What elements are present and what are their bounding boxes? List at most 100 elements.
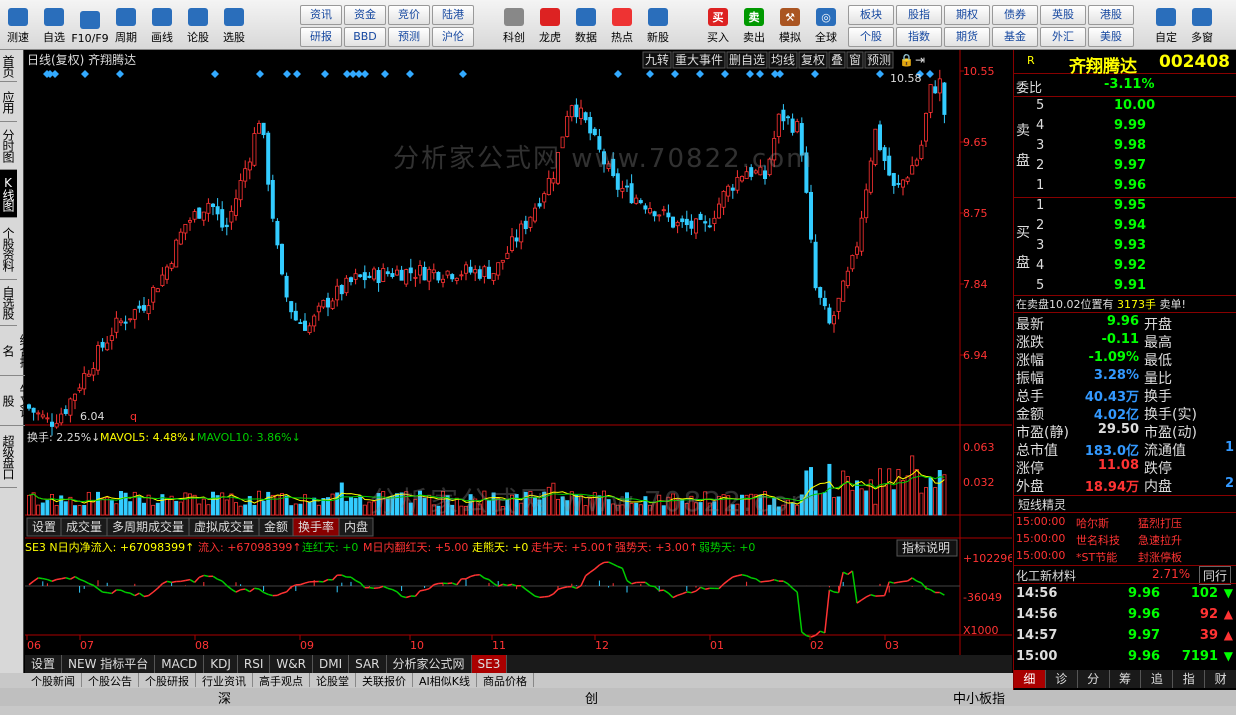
toolbar-f10-button[interactable]: F10/F9: [71, 3, 109, 47]
sell-price[interactable]: 9.97: [1114, 158, 1146, 173]
toolbar-link[interactable]: 英股: [1040, 5, 1086, 25]
toolbar-link[interactable]: 个股: [848, 27, 894, 47]
toolbar-link[interactable]: 债券: [992, 5, 1038, 25]
sell-price[interactable]: 9.99: [1114, 118, 1146, 133]
toolbar-chart-button[interactable]: 科创: [496, 3, 532, 47]
toolbar-link[interactable]: 板块: [848, 5, 894, 25]
indicator-tab[interactable]: MACD: [155, 655, 205, 673]
nav-tab-2[interactable]: 分时图: [0, 122, 17, 170]
toolbar-link[interactable]: BBD: [344, 27, 386, 47]
nav-tab-1[interactable]: 应用: [0, 82, 17, 122]
toolbar-link[interactable]: 研报: [300, 27, 342, 47]
panel-tab[interactable]: 诊: [1046, 670, 1078, 688]
news-link[interactable]: 论股堂: [310, 673, 356, 687]
buy-price[interactable]: 9.94: [1114, 218, 1146, 233]
toolbar-pe-button[interactable]: 数据: [568, 3, 604, 47]
toolbar-label: 自定: [1155, 31, 1177, 44]
elf-title[interactable]: 短线精灵: [1018, 496, 1066, 513]
star-icon: [44, 8, 64, 26]
tick-time: 15:00: [1016, 649, 1058, 664]
panel-tab[interactable]: 追: [1141, 670, 1174, 688]
toolbar-star-button[interactable]: 自选: [36, 3, 72, 47]
toolbar-hot-button[interactable]: 热点: [604, 3, 640, 47]
sell-price[interactable]: 10.00: [1114, 98, 1155, 113]
elf-stock[interactable]: *ST节能: [1076, 549, 1117, 565]
indicator-tab[interactable]: KDJ: [204, 655, 238, 673]
toolbar-dragon-button[interactable]: 龙虎: [532, 3, 568, 47]
sector-name[interactable]: 化工新材料: [1016, 567, 1076, 584]
sell-price[interactable]: 9.98: [1114, 138, 1146, 153]
candle-body: [270, 180, 275, 219]
sell-price[interactable]: 9.96: [1114, 178, 1146, 193]
panel-tab[interactable]: 分: [1078, 670, 1110, 688]
elf-stock[interactable]: 世名科技: [1076, 532, 1120, 548]
indicator-tab[interactable]: SE3: [471, 655, 508, 673]
toolbar-link[interactable]: 竞价: [388, 5, 430, 25]
toolbar-select-button[interactable]: 选股: [216, 3, 252, 47]
toolbar-link[interactable]: 美股: [1088, 27, 1134, 47]
buy-price[interactable]: 9.91: [1114, 278, 1146, 293]
toolbar-link[interactable]: 资金: [344, 5, 386, 25]
nav-tab-4[interactable]: 个股资料: [0, 218, 17, 280]
toolbar-link[interactable]: 资讯: [300, 5, 342, 25]
toolbar-link[interactable]: 港股: [1088, 5, 1134, 25]
toolbar-link[interactable]: 基金: [992, 27, 1038, 47]
news-link[interactable]: AI相似K线: [413, 673, 477, 687]
news-link[interactable]: 个股新闻: [25, 673, 82, 687]
indicator-tab[interactable]: SAR: [349, 655, 387, 673]
indicator-tab[interactable]: 分析家公式网: [387, 655, 472, 673]
elf-stock[interactable]: 哈尔斯: [1076, 515, 1109, 531]
nav-tab-0[interactable]: 首页: [0, 50, 17, 82]
volume-bar: [321, 498, 326, 516]
market-index[interactable]: 创: [585, 688, 598, 707]
news-link[interactable]: 高手观点: [253, 673, 310, 687]
buy-price[interactable]: 9.95: [1114, 198, 1146, 213]
news-link[interactable]: 个股研报: [139, 673, 196, 687]
toolbar-link[interactable]: 预测: [388, 27, 430, 47]
toolbar-link[interactable]: 陆港: [432, 5, 474, 25]
volume-bar: [924, 487, 929, 516]
toolbar-sell-button[interactable]: 卖卖出: [736, 3, 772, 47]
market-index[interactable]: 中小板指: [953, 688, 1005, 707]
indicator-tab[interactable]: W&R: [270, 655, 313, 673]
indicator-tab[interactable]: RSI: [238, 655, 271, 673]
nav-tab-5[interactable]: 自选股: [0, 280, 17, 326]
panel-tab[interactable]: 筹: [1110, 670, 1142, 688]
toolbar-link[interactable]: 股指: [896, 5, 942, 25]
indicator-tab[interactable]: DMI: [313, 655, 350, 673]
volume-bar: [164, 497, 169, 516]
buy-price[interactable]: 9.93: [1114, 238, 1146, 253]
toolbar-link[interactable]: 期权: [944, 5, 990, 25]
toolbar-discuss-button[interactable]: 论股: [180, 3, 216, 47]
buy-price[interactable]: 9.92: [1114, 258, 1146, 273]
news-link[interactable]: 关联报价: [356, 673, 413, 687]
toolbar-buy-button[interactable]: 买买入: [700, 3, 736, 47]
market-index[interactable]: 深: [218, 688, 231, 707]
indicator-tab[interactable]: 设置: [25, 655, 63, 673]
toolbar-link[interactable]: 外汇: [1040, 27, 1086, 47]
toolbar-hammer-button[interactable]: ⚒ 模拟: [772, 3, 808, 47]
candle-body: [238, 180, 243, 201]
stock-name: 齐翔腾达: [1069, 57, 1137, 77]
toolbar-link[interactable]: 指数: [896, 27, 942, 47]
se3-line-segment: [737, 573, 743, 577]
toolbar-link[interactable]: 期货: [944, 27, 990, 47]
nav-tab-3[interactable]: K线图: [0, 170, 17, 218]
panel-tab[interactable]: 财: [1205, 670, 1236, 688]
news-link[interactable]: 个股公告: [82, 673, 139, 687]
news-link[interactable]: 行业资讯: [196, 673, 253, 687]
toolbar-speed-button[interactable]: 测速: [0, 3, 36, 47]
candle-body: [569, 105, 574, 118]
nav-tab-8[interactable]: 超级盘口: [0, 426, 17, 488]
news-link[interactable]: 商品价格: [477, 673, 534, 687]
toolbar-clock-button[interactable]: 周期: [108, 3, 144, 47]
toolbar-link[interactable]: 沪伦: [432, 27, 474, 47]
panel-tab[interactable]: 指: [1173, 670, 1206, 688]
toolbar-pen-button[interactable]: 画线: [144, 3, 180, 47]
panel-tab[interactable]: 细: [1014, 670, 1046, 688]
indicator-tab[interactable]: NEW 指标平台: [62, 655, 156, 673]
toolbar-custom-button[interactable]: 自定: [1148, 3, 1184, 47]
toolbar-multiwindow-button[interactable]: 多窗: [1184, 3, 1220, 47]
toolbar-ipo-button[interactable]: 新股: [640, 3, 676, 47]
toolbar-globe-button[interactable]: ◎ 全球: [808, 3, 844, 47]
